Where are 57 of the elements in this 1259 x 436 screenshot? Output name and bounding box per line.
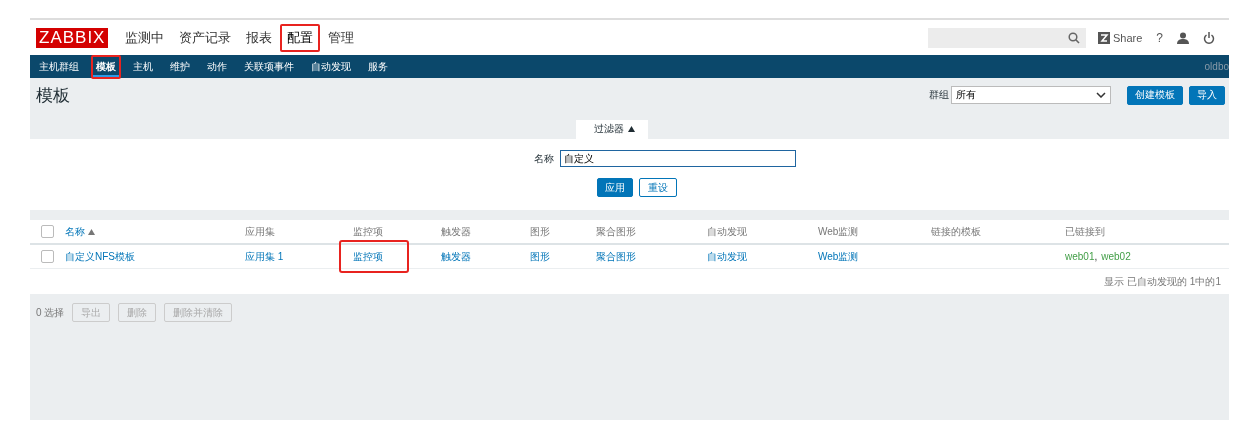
- column-header[interactable]: 监控项: [353, 224, 383, 239]
- table-summary: 显示 已自动发现的 1中的1: [1104, 274, 1221, 289]
- select-all-checkbox[interactable]: [41, 225, 54, 238]
- table-link[interactable]: 应用集 1: [245, 250, 284, 262]
- linked-host-link[interactable]: web02: [1101, 251, 1131, 262]
- menu-item[interactable]: 资产记录: [172, 23, 239, 52]
- sub-menu-item[interactable]: 关联项事件: [239, 54, 299, 79]
- column-header[interactable]: 应用集: [245, 224, 275, 239]
- row-checkbox[interactable]: [41, 250, 54, 263]
- user-icon[interactable]: [1177, 31, 1189, 44]
- sub-menu-item[interactable]: 自动发现: [306, 54, 356, 79]
- group-label: 群组: [929, 88, 949, 102]
- filter-tab[interactable]: 过滤器: [575, 120, 648, 139]
- selected-count: 0 选择: [36, 305, 65, 320]
- table-link[interactable]: 自动发现: [707, 250, 747, 262]
- page-action-button[interactable]: 导入: [1189, 85, 1225, 105]
- column-header[interactable]: 图形: [530, 224, 550, 239]
- sub-menu-item[interactable]: 动作: [202, 54, 232, 79]
- menu-item[interactable]: 监测中: [118, 23, 172, 52]
- menu-item[interactable]: 配置: [280, 23, 321, 52]
- menu-item[interactable]: 管理: [321, 23, 362, 52]
- column-header[interactable]: 已链接到: [1065, 224, 1105, 239]
- column-header[interactable]: 名称: [65, 224, 85, 239]
- table-link[interactable]: 监控项: [339, 239, 409, 273]
- sub-menu-item[interactable]: 主机: [128, 54, 158, 79]
- name-input-field[interactable]: 自定义: [559, 150, 796, 167]
- share-link[interactable]: Share: [1097, 31, 1143, 44]
- sub-menu-item[interactable]: 主机群组: [34, 54, 84, 79]
- table-link[interactable]: 触发器: [441, 250, 471, 262]
- name-label: 名称: [533, 151, 554, 166]
- share-logo-icon: [1097, 31, 1110, 44]
- table-link[interactable]: 聚合图形: [596, 250, 636, 262]
- table-link[interactable]: 图形: [530, 250, 550, 262]
- column-header[interactable]: 聚合图形: [596, 224, 636, 239]
- table-link[interactable]: Web监测: [818, 250, 859, 262]
- page-action-button[interactable]: 创建模板: [1127, 85, 1183, 105]
- group-select[interactable]: 所有: [951, 86, 1111, 104]
- search-icon[interactable]: [1067, 31, 1080, 44]
- page-title: 模板: [36, 84, 70, 107]
- column-header[interactable]: 链接的模板: [931, 224, 981, 239]
- column-header[interactable]: Web监测: [818, 224, 859, 239]
- chevron-down-icon: [1096, 92, 1106, 98]
- separator-comma: ,: [1094, 251, 1098, 262]
- apply-button[interactable]: 应用: [596, 178, 633, 197]
- menu-item[interactable]: 报表: [239, 23, 280, 52]
- user-name: oldbo: [1204, 61, 1229, 72]
- power-icon[interactable]: [1203, 31, 1215, 44]
- sub-menu-item[interactable]: 模板: [91, 54, 121, 79]
- sub-menu-item[interactable]: 维护: [165, 54, 195, 79]
- help-link[interactable]: ?: [1156, 30, 1163, 45]
- column-header[interactable]: 触发器: [441, 224, 471, 239]
- column-header[interactable]: 自动发现: [707, 224, 747, 239]
- sub-menu-item[interactable]: 服务: [363, 54, 393, 79]
- zabbix-logo[interactable]: ZABBIX: [36, 27, 109, 48]
- table-link[interactable]: 自定义NFS模板: [65, 250, 135, 262]
- reset-button[interactable]: 重设: [638, 178, 677, 197]
- search-field[interactable]: [927, 27, 1086, 48]
